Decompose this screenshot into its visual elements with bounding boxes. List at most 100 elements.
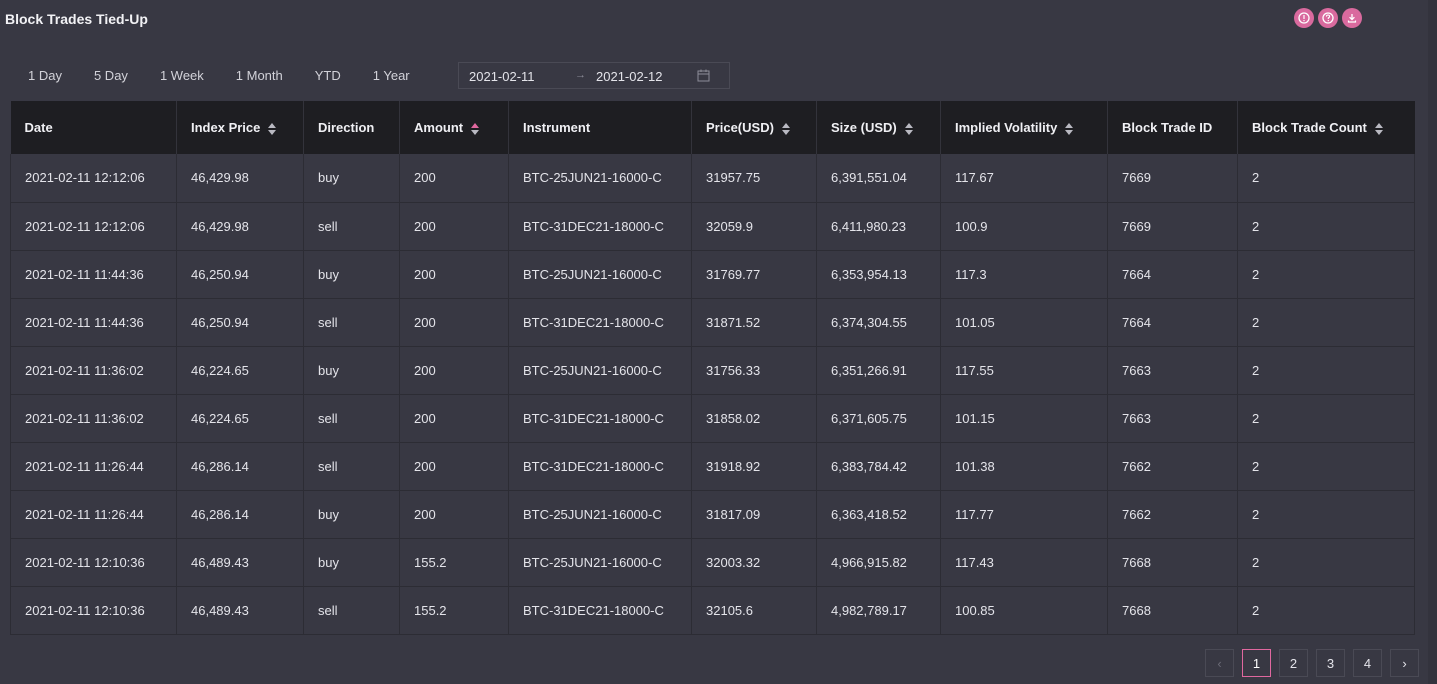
- cell-block-trade-id: 7669: [1107, 154, 1238, 203]
- block-trades-table: Date Index Price Direction Amount Instrument…: [10, 101, 1415, 635]
- start-date-input[interactable]: 2021-02-11: [469, 69, 535, 84]
- cell-index-price: 46,286.14: [176, 442, 304, 491]
- cell-size-usd: 4,982,789.17: [816, 586, 941, 635]
- cell-implied-volatility: 117.77: [940, 490, 1108, 539]
- cell-amount: 200: [399, 346, 509, 395]
- cell-block-trade-id: 7668: [1107, 538, 1238, 587]
- end-date-input[interactable]: 2021-02-12: [596, 69, 663, 84]
- block-trades-panel: Block Trades Tied-Up 1 Day 5 Day 1 Week 1 M…: [0, 0, 1437, 684]
- cell-direction: sell: [303, 586, 400, 635]
- range-button-1-month[interactable]: 1 Month: [220, 63, 299, 89]
- cell-implied-volatility: 101.38: [940, 442, 1108, 491]
- cell-direction: sell: [303, 202, 400, 251]
- cell-block-trade-count: 2: [1237, 346, 1415, 395]
- column-header-label: Direction: [318, 120, 375, 135]
- cell-amount: 155.2: [399, 586, 509, 635]
- cell-date: 2021-02-11 11:36:02: [10, 346, 177, 395]
- cell-index-price: 46,250.94: [176, 298, 304, 347]
- cell-amount: 200: [399, 394, 509, 443]
- page-button-1[interactable]: 1: [1242, 649, 1271, 677]
- cell-instrument: BTC-31DEC21-18000-C: [508, 202, 692, 251]
- cell-price-usd: 31769.77: [691, 250, 817, 299]
- column-header-index-price[interactable]: Index Price: [176, 101, 304, 154]
- cell-size-usd: 6,363,418.52: [816, 490, 941, 539]
- calendar-icon: [697, 69, 710, 82]
- header-actions: [1294, 8, 1362, 28]
- cell-instrument: BTC-25JUN21-16000-C: [508, 346, 692, 395]
- sort-icon[interactable]: [268, 122, 277, 135]
- prev-page-button[interactable]: ‹: [1205, 649, 1234, 677]
- cell-block-trade-id: 7669: [1107, 202, 1238, 251]
- range-button-ytd[interactable]: YTD: [299, 63, 357, 89]
- column-header-label: Implied Volatility: [955, 120, 1058, 135]
- column-header-size-usd[interactable]: Size (USD): [816, 101, 941, 154]
- cell-instrument: BTC-25JUN21-16000-C: [508, 538, 692, 587]
- column-header-price-usd[interactable]: Price(USD): [691, 101, 817, 154]
- cell-index-price: 46,489.43: [176, 586, 304, 635]
- cell-block-trade-count: 2: [1237, 586, 1415, 635]
- cell-date: 2021-02-11 11:44:36: [10, 298, 177, 347]
- page-button-2[interactable]: 2: [1279, 649, 1308, 677]
- cell-index-price: 46,224.65: [176, 394, 304, 443]
- cell-direction: buy: [303, 538, 400, 587]
- next-page-button[interactable]: ›: [1390, 649, 1419, 677]
- cell-instrument: BTC-25JUN21-16000-C: [508, 154, 692, 203]
- download-icon[interactable]: [1342, 8, 1362, 28]
- cell-block-trade-id: 7663: [1107, 394, 1238, 443]
- cell-price-usd: 31858.02: [691, 394, 817, 443]
- cell-instrument: BTC-31DEC21-18000-C: [508, 442, 692, 491]
- cell-index-price: 46,250.94: [176, 250, 304, 299]
- cell-price-usd: 31756.33: [691, 346, 817, 395]
- column-header-block-trade-count[interactable]: Block Trade Count: [1237, 101, 1415, 154]
- column-header-label: Instrument: [523, 120, 591, 135]
- cell-size-usd: 4,966,915.82: [816, 538, 941, 587]
- cell-price-usd: 32059.9: [691, 202, 817, 251]
- date-separator: →: [575, 69, 586, 81]
- cell-implied-volatility: 117.67: [940, 154, 1108, 203]
- cell-date: 2021-02-11 11:36:02: [10, 394, 177, 443]
- sort-icon[interactable]: [1374, 122, 1383, 135]
- cell-direction: buy: [303, 154, 400, 203]
- cell-index-price: 46,224.65: [176, 346, 304, 395]
- cell-price-usd: 31871.52: [691, 298, 817, 347]
- cell-implied-volatility: 101.15: [940, 394, 1108, 443]
- table-row: 2021-02-11 11:36:02 46,224.65 buy 200 BTC-25…: [10, 346, 1415, 395]
- cell-amount: 200: [399, 298, 509, 347]
- date-range-picker[interactable]: 2021-02-11 → 2021-02-12: [458, 62, 730, 89]
- page-button-3[interactable]: 3: [1316, 649, 1345, 677]
- range-button-1-year[interactable]: 1 Year: [357, 63, 426, 89]
- cell-amount: 200: [399, 442, 509, 491]
- cell-instrument: BTC-31DEC21-18000-C: [508, 394, 692, 443]
- cell-instrument: BTC-31DEC21-18000-C: [508, 298, 692, 347]
- cell-block-trade-id: 7662: [1107, 442, 1238, 491]
- help-icon[interactable]: [1318, 8, 1338, 28]
- column-header-implied-volatility[interactable]: Implied Volatility: [940, 101, 1108, 154]
- cell-date: 2021-02-11 12:10:36: [10, 586, 177, 635]
- sort-icon[interactable]: [781, 122, 790, 135]
- range-button-5-day[interactable]: 5 Day: [78, 63, 144, 89]
- cell-size-usd: 6,371,605.75: [816, 394, 941, 443]
- sort-icon[interactable]: [904, 122, 913, 135]
- range-button-1-week[interactable]: 1 Week: [144, 63, 220, 89]
- range-button-1-day[interactable]: 1 Day: [12, 63, 78, 89]
- cell-instrument: BTC-25JUN21-16000-C: [508, 250, 692, 299]
- cell-implied-volatility: 100.9: [940, 202, 1108, 251]
- sort-icon[interactable]: [471, 122, 480, 135]
- cell-date: 2021-02-11 12:10:36: [10, 538, 177, 587]
- cell-direction: buy: [303, 250, 400, 299]
- cell-index-price: 46,429.98: [176, 154, 304, 203]
- page-button-4[interactable]: 4: [1353, 649, 1382, 677]
- info-icon[interactable]: [1294, 8, 1314, 28]
- cell-block-trade-id: 7663: [1107, 346, 1238, 395]
- table-row: 2021-02-11 12:12:06 46,429.98 buy 200 BTC-25…: [10, 154, 1415, 203]
- cell-direction: sell: [303, 394, 400, 443]
- page-title: Block Trades Tied-Up: [5, 11, 148, 27]
- cell-direction: buy: [303, 346, 400, 395]
- table-body: 2021-02-11 12:12:06 46,429.98 buy 200 BTC-25…: [10, 154, 1415, 635]
- table-row: 2021-02-11 12:10:36 46,489.43 sell 155.2 BTC…: [10, 586, 1415, 635]
- cell-price-usd: 31957.75: [691, 154, 817, 203]
- column-header-amount[interactable]: Amount: [399, 101, 509, 154]
- sort-icon[interactable]: [1065, 122, 1074, 135]
- column-header-label: Size (USD): [831, 120, 897, 135]
- cell-instrument: BTC-31DEC21-18000-C: [508, 586, 692, 635]
